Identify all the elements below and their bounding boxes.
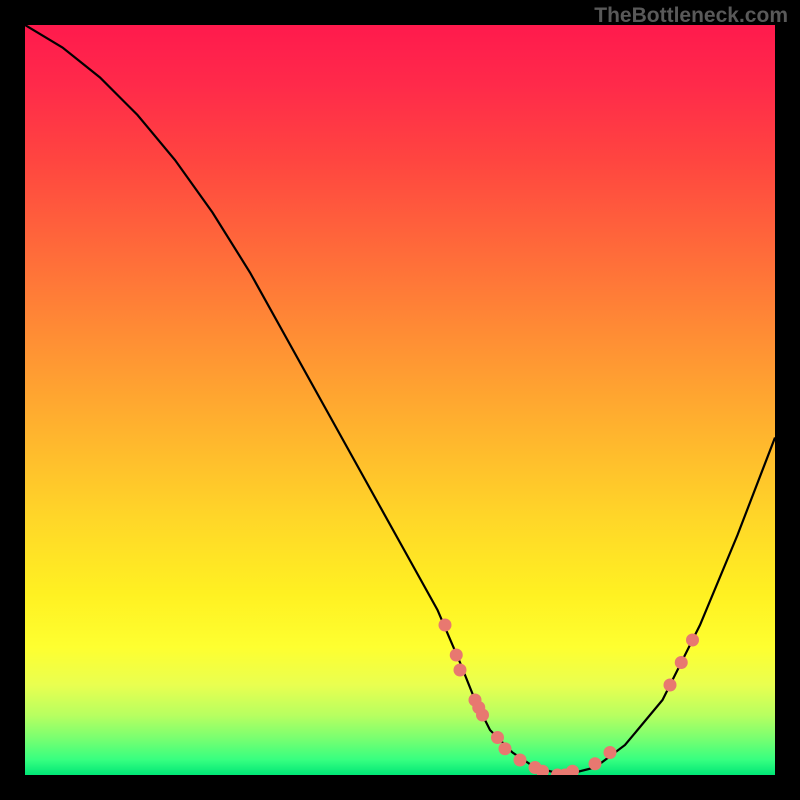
scatter-point <box>675 656 688 669</box>
chart-svg <box>25 25 775 775</box>
scatter-point <box>664 679 677 692</box>
scatter-point <box>499 742 512 755</box>
scatter-point <box>686 634 699 647</box>
scatter-point <box>589 757 602 770</box>
scatter-point <box>476 709 489 722</box>
scatter-point <box>604 746 617 759</box>
scatter-point <box>514 754 527 767</box>
scatter-point <box>491 731 504 744</box>
watermark-text: TheBottleneck.com <box>594 4 788 28</box>
scatter-point <box>454 664 467 677</box>
scatter-point <box>439 619 452 632</box>
bottleneck-curve-line <box>25 25 775 775</box>
scatter-points-group <box>439 619 700 776</box>
scatter-point <box>566 765 579 775</box>
scatter-point <box>450 649 463 662</box>
plot-area <box>25 25 775 775</box>
